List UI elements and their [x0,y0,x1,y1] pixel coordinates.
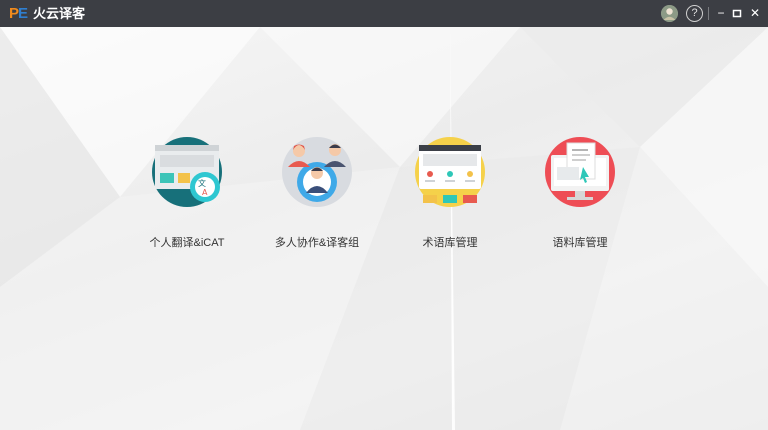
module-termbase[interactable]: 术语库管理 [380,137,520,249]
title-bar: PE 火云译客 ? − ✕ [0,0,768,27]
module-label: 多人协作&译客组 [274,237,360,249]
module-label: 语料库管理 [552,237,608,249]
module-label: 术语库管理 [422,237,478,249]
corpus-icon [545,137,615,207]
personal-translation-icon: 文 A [152,137,222,207]
svg-text:A: A [202,188,208,197]
close-button[interactable]: ✕ [747,5,763,21]
minimize-button[interactable]: − [713,5,729,21]
app-title: 火云译客 [33,6,86,21]
main-content: 文 A 个人翻译&iCAT 多人协作&译客组 术语库管理 语料库管理 [0,27,768,430]
module-personal-translation[interactable]: 文 A 个人翻译&iCAT [117,137,257,249]
module-corpus[interactable]: 语料库管理 [510,137,650,249]
team-collaboration-icon [282,137,352,207]
titlebar-divider [708,7,709,20]
module-team-collaboration[interactable]: 多人协作&译客组 [247,137,387,249]
module-label: 个人翻译&iCAT [149,237,225,249]
help-button[interactable]: ? [686,5,703,22]
maximize-button[interactable] [729,5,745,21]
svg-text:文: 文 [198,178,206,188]
termbase-icon [415,137,485,207]
user-avatar[interactable] [661,5,678,22]
app-logo: PE [9,5,28,22]
